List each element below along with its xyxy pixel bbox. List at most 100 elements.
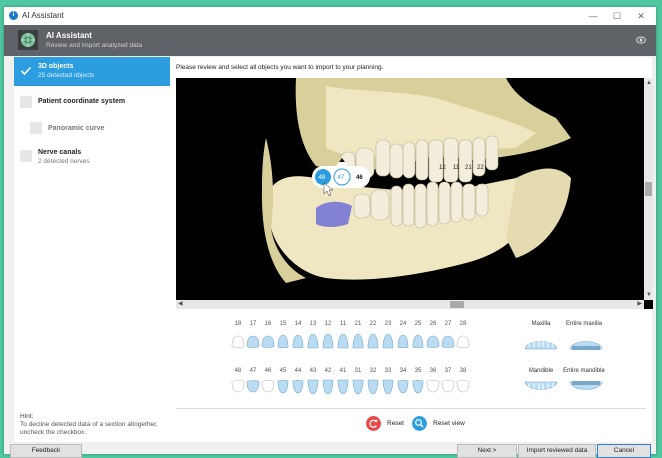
- tooth-25[interactable]: [411, 333, 425, 349]
- tooth-41[interactable]: [336, 379, 350, 395]
- tooth-12[interactable]: [321, 333, 335, 349]
- tooth-number-18: 18: [234, 321, 242, 327]
- scroll-up-icon[interactable]: ▲: [646, 80, 652, 86]
- dialog-header: AI Assistant Review and import analyzed …: [4, 25, 656, 56]
- tooth-number-15: 15: [279, 321, 287, 327]
- import-reviewed-data-button[interactable]: Import reviewed data: [518, 444, 596, 458]
- ai-logo-icon: [18, 30, 38, 50]
- header-title: AI Assistant: [46, 31, 92, 40]
- popup-right-label: 46: [356, 175, 363, 181]
- reset-view-label: Reset view: [433, 420, 465, 427]
- tooth-number-23: 23: [384, 321, 392, 327]
- tooth-38[interactable]: [456, 379, 470, 395]
- tooth-34[interactable]: [396, 379, 410, 395]
- tooth-18[interactable]: [231, 333, 245, 349]
- tooth-33[interactable]: [381, 379, 395, 395]
- checkbox[interactable]: [20, 150, 32, 162]
- tooth-43[interactable]: [306, 379, 320, 395]
- sidebar-item-sub: 2 detected nerves: [38, 158, 90, 165]
- tooth-17[interactable]: [246, 333, 260, 349]
- tooth-shape: [412, 334, 424, 349]
- tooth-36[interactable]: [426, 379, 440, 395]
- tooth-number-45: 45: [279, 368, 287, 374]
- tooth-45[interactable]: [276, 379, 290, 395]
- tooth-44[interactable]: [291, 379, 305, 395]
- 3d-viewport[interactable]: 12 11 21 22 48 47 46 ▲ ▼ ◀ ▶: [176, 78, 653, 309]
- tooth-number-16: 16: [264, 321, 272, 327]
- minimize-button[interactable]: —: [583, 9, 603, 23]
- tooth-number-25: 25: [414, 321, 422, 327]
- tooth-27[interactable]: [441, 333, 455, 349]
- checkbox[interactable]: [20, 96, 32, 108]
- tooth-shape: [292, 334, 304, 349]
- tooth-31[interactable]: [351, 379, 365, 395]
- scroll-right-icon[interactable]: ▶: [637, 300, 642, 307]
- eye-icon[interactable]: [636, 36, 646, 44]
- reset-button[interactable]: Reset: [366, 416, 416, 432]
- sidebar-item-patient-coordinate-system[interactable]: Patient coordinate system: [14, 93, 170, 113]
- tooth-shape: [231, 380, 245, 393]
- tooth-number-41: 41: [339, 368, 347, 374]
- app-info-icon: i: [9, 11, 18, 20]
- tooth-shape: [426, 335, 440, 348]
- entire-mandible-label: Entire mandible: [563, 368, 605, 374]
- jaw-3d-model[interactable]: 12 11 21 22 48 47 46: [176, 78, 644, 300]
- scroll-thumb[interactable]: [645, 182, 652, 196]
- hscroll-thumb[interactable]: [450, 301, 464, 308]
- checkmark-icon[interactable]: [20, 65, 32, 77]
- tooth-28[interactable]: [456, 333, 470, 349]
- sidebar-item-3d-objects[interactable]: 3D objects 25 detected objects: [14, 57, 170, 86]
- maximize-button[interactable]: ☐: [607, 9, 627, 23]
- tooth-21[interactable]: [351, 333, 365, 349]
- cancel-button[interactable]: Cancel: [597, 444, 651, 458]
- tooth-22[interactable]: [366, 333, 380, 349]
- tooth-number-36: 36: [429, 368, 437, 374]
- sidebar-item-label: Nerve canals: [38, 149, 82, 156]
- tooth-13[interactable]: [306, 333, 320, 349]
- tooth-15[interactable]: [276, 333, 290, 349]
- scan-label: 21: [465, 165, 472, 171]
- maxilla-arch-icon[interactable]: [523, 335, 559, 351]
- tooth-shape: [261, 335, 275, 348]
- checkbox[interactable]: [30, 122, 42, 134]
- tooth-11[interactable]: [336, 333, 350, 349]
- entire-maxilla-icon[interactable]: [568, 335, 604, 351]
- tooth-number-32: 32: [369, 368, 377, 374]
- tooth-number-47: 47: [249, 368, 257, 374]
- scroll-down-icon[interactable]: ▼: [646, 292, 652, 298]
- tooth-shape: [307, 379, 319, 395]
- next-button[interactable]: Next >: [457, 444, 517, 458]
- tooth-16[interactable]: [261, 333, 275, 349]
- tooth-46[interactable]: [261, 379, 275, 395]
- sidebar-item-nerve-canals[interactable]: Nerve canals 2 detected nerves: [14, 147, 170, 171]
- sidebar-item-panoramic-curve[interactable]: Panoramic curve: [14, 119, 170, 139]
- tooth-24[interactable]: [396, 333, 410, 349]
- tooth-shape: [246, 380, 260, 393]
- tooth-26[interactable]: [426, 333, 440, 349]
- tooth-37[interactable]: [441, 379, 455, 395]
- tooth-shape: [307, 333, 319, 349]
- mandible-arch-icon[interactable]: [523, 380, 559, 396]
- close-button[interactable]: ✕: [631, 9, 651, 23]
- tooth-48[interactable]: [231, 379, 245, 395]
- reset-label: Reset: [387, 420, 404, 427]
- vertical-scrollbar[interactable]: ▲ ▼: [644, 78, 653, 300]
- tooth-number-21: 21: [354, 321, 362, 327]
- tooth-shape: [412, 379, 424, 394]
- tooth-42[interactable]: [321, 379, 335, 395]
- tooth-35[interactable]: [411, 379, 425, 395]
- scroll-left-icon[interactable]: ◀: [178, 300, 183, 307]
- tooth-number-31: 31: [354, 368, 362, 374]
- entire-mandible-icon[interactable]: [568, 380, 604, 396]
- tooth-shape: [277, 379, 289, 394]
- tooth-number-35: 35: [414, 368, 422, 374]
- reset-view-button[interactable]: Reset view: [412, 416, 472, 432]
- tooth-shape: [426, 380, 440, 393]
- horizontal-scrollbar[interactable]: ◀ ▶: [176, 300, 644, 309]
- feedback-button[interactable]: Feedback: [10, 444, 82, 458]
- tooth-32[interactable]: [366, 379, 380, 395]
- tooth-47[interactable]: [246, 379, 260, 395]
- tooth-14[interactable]: [291, 333, 305, 349]
- tooth-number-24: 24: [399, 321, 407, 327]
- tooth-23[interactable]: [381, 333, 395, 349]
